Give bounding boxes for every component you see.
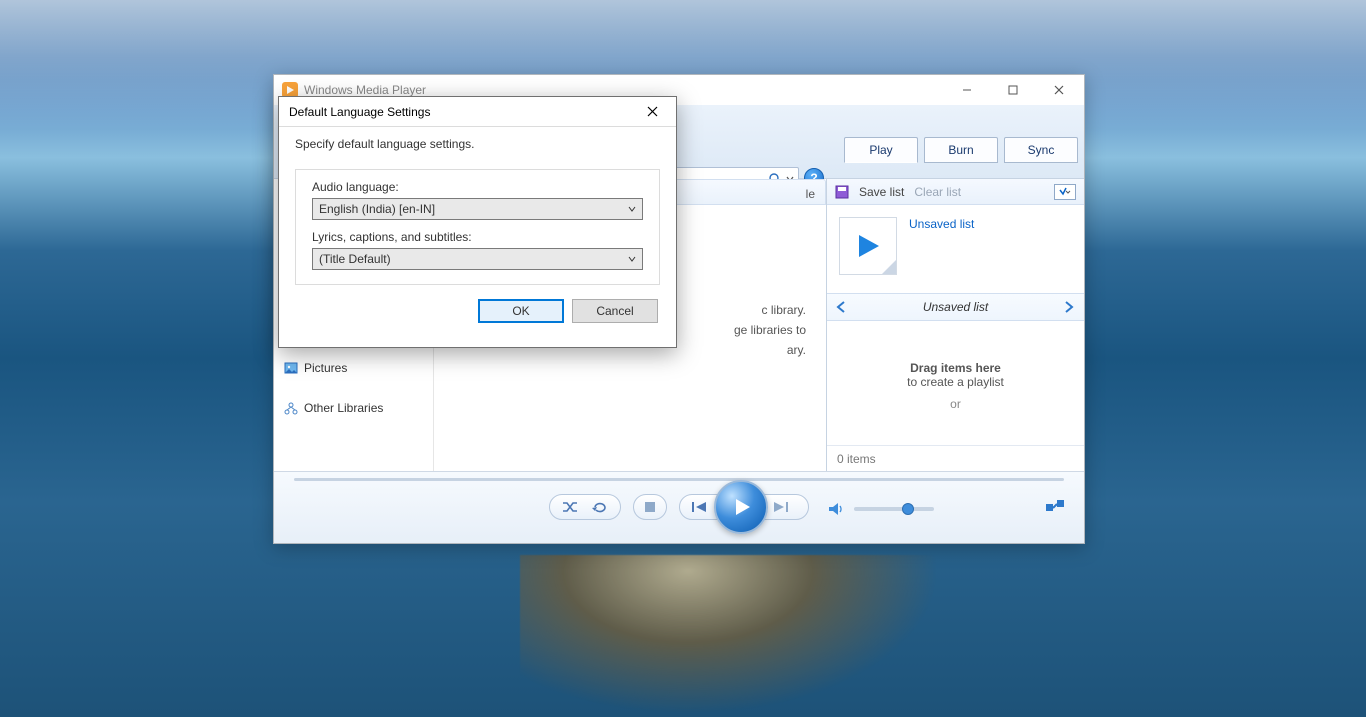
playlist-status: 0 items <box>827 445 1084 471</box>
left-control-capsule <box>549 494 621 520</box>
nav-pictures-label: Pictures <box>304 361 347 375</box>
cancel-button[interactable]: Cancel <box>572 299 658 323</box>
seek-slider[interactable] <box>294 478 1064 481</box>
save-list-icon <box>835 185 849 199</box>
subtitles-value: (Title Default) <box>319 252 391 266</box>
transport-capsule <box>679 494 809 520</box>
audio-language-label: Audio language: <box>312 180 643 194</box>
play-button[interactable] <box>714 480 768 534</box>
subtitles-label: Lyrics, captions, and subtitles: <box>312 230 643 244</box>
playlist-next-button[interactable] <box>1062 301 1076 313</box>
tab-burn[interactable]: Burn <box>924 137 998 163</box>
pictures-icon <box>284 361 298 375</box>
playlist-drop-or: or <box>950 397 961 411</box>
playlist-name[interactable]: Unsaved list <box>909 217 974 275</box>
ok-button[interactable]: OK <box>478 299 564 323</box>
repeat-button[interactable] <box>592 500 608 514</box>
nav-pictures[interactable]: Pictures <box>282 357 425 379</box>
tab-play[interactable]: Play <box>844 137 918 163</box>
tab-sync[interactable]: Sync <box>1004 137 1078 163</box>
stop-button[interactable] <box>633 494 667 520</box>
player-controls <box>274 471 1084 543</box>
volume-slider[interactable] <box>854 507 934 511</box>
minimize-button[interactable] <box>944 75 990 105</box>
nav-other-libraries-label: Other Libraries <box>304 401 383 415</box>
wallpaper-rocks <box>520 555 940 715</box>
playlist-artwork <box>839 217 897 275</box>
chevron-down-icon <box>628 255 636 263</box>
clear-list-button[interactable]: Clear list <box>914 185 961 199</box>
shuffle-button[interactable] <box>562 500 578 514</box>
previous-button[interactable] <box>692 500 710 514</box>
list-options-button[interactable] <box>1054 184 1076 200</box>
chevron-down-icon <box>628 205 636 213</box>
dialog-subtitle: Specify default language settings. <box>295 137 660 151</box>
dialog-group: Audio language: English (India) [en-IN] … <box>295 169 660 285</box>
playlist-pane: Save list Clear list Unsaved list Unsave… <box>826 179 1084 471</box>
playlist-prev-button[interactable] <box>835 301 849 313</box>
playlist-nav-title: Unsaved list <box>923 300 988 314</box>
dialog-close-button[interactable] <box>632 97 672 127</box>
close-button[interactable] <box>1036 75 1082 105</box>
library-tabs: Play Burn Sync <box>844 137 1078 163</box>
window-title: Windows Media Player <box>304 83 944 97</box>
default-language-settings-dialog: Default Language Settings Specify defaul… <box>278 96 677 348</box>
playlist-drop-area[interactable]: Drag items here to create a playlist or <box>827 321 1084 445</box>
next-button[interactable] <box>772 500 790 514</box>
subtitles-select[interactable]: (Title Default) <box>312 248 643 270</box>
audio-language-select[interactable]: English (India) [en-IN] <box>312 198 643 220</box>
nav-other-libraries[interactable]: Other Libraries <box>282 397 425 419</box>
maximize-button[interactable] <box>990 75 1036 105</box>
playlist-drop-l1: Drag items here <box>910 361 1001 375</box>
network-icon <box>284 401 298 415</box>
mute-button[interactable] <box>828 502 844 516</box>
dialog-title: Default Language Settings <box>289 105 430 119</box>
audio-language-value: English (India) [en-IN] <box>319 202 435 216</box>
save-list-button[interactable]: Save list <box>859 185 904 199</box>
switch-to-now-playing-button[interactable] <box>1046 500 1066 516</box>
playlist-drop-l2: to create a playlist <box>907 375 1004 389</box>
